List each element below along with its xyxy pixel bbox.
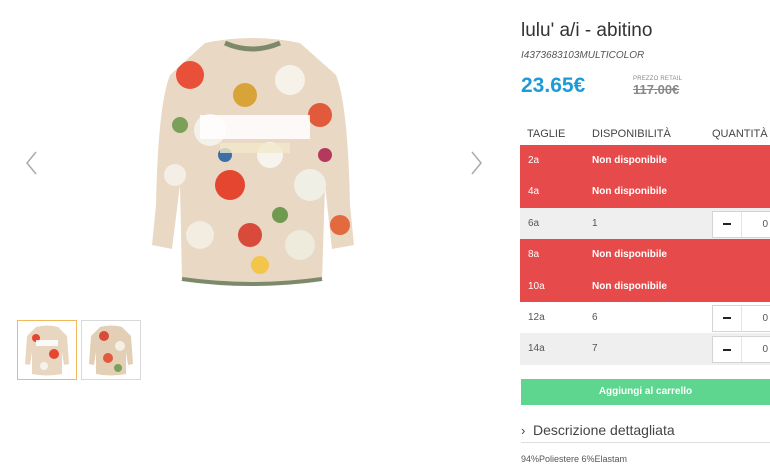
size-cell: 8a (528, 249, 540, 261)
chevron-left-icon[interactable] (22, 150, 42, 176)
availability-cell: 6 (592, 311, 598, 323)
quantity-stepper: 0 (712, 304, 770, 332)
minus-button[interactable] (713, 305, 742, 331)
table-row: 14a 7 0 (520, 333, 770, 365)
minus-icon (723, 317, 731, 320)
size-cell: 10a (528, 280, 545, 292)
product-title: lulu' a/i - abitino (521, 20, 653, 41)
sizes-table-header: TAGLIE DISPONIBILITÀ QUANTITÀ (520, 128, 770, 142)
minus-icon (723, 348, 731, 351)
size-cell: 14a (528, 343, 545, 355)
table-row: 10a Non disponibile (520, 270, 770, 302)
sweater-back-thumbnail[interactable] (81, 320, 141, 380)
description-toggle[interactable]: › Descrizione dettagliata (521, 420, 770, 443)
product-details: lulu' a/i - abitino I4373683103MULTICOLO… (520, 0, 770, 474)
table-row: 12a 6 0 (520, 301, 770, 334)
quantity-input[interactable]: 0 (742, 306, 770, 331)
minus-icon (723, 223, 731, 226)
quantity-input[interactable]: 0 (742, 212, 770, 237)
size-cell: 12a (528, 311, 545, 323)
sizes-table: 2a Non disponibile 4a Non disponibile 6a… (520, 145, 770, 365)
size-cell: 4a (528, 186, 540, 198)
table-row: 8a Non disponibile (520, 239, 770, 271)
size-cell: 6a (528, 217, 540, 229)
minus-button[interactable] (713, 337, 742, 363)
minus-button[interactable] (713, 211, 742, 237)
product-price: 23.65€ (521, 74, 586, 97)
quantity-stepper: 0 (712, 336, 770, 364)
availability-cell: 1 (592, 217, 598, 229)
size-cell: 2a (528, 155, 540, 166)
sweater-product-photo (152, 38, 354, 286)
table-row: 2a Non disponibile (520, 145, 770, 177)
sweater-front-thumbnail[interactable] (17, 320, 77, 380)
table-row: 6a 1 0 (520, 207, 770, 240)
chevron-right-icon: › (521, 423, 526, 438)
availability-cell: Non disponibile (592, 186, 667, 198)
header-quantity: QUANTITÀ (712, 128, 768, 140)
availability-cell: Non disponibile (592, 249, 667, 261)
retail-price: 117.00€ (633, 82, 680, 97)
product-gallery (0, 0, 505, 474)
table-row: 4a Non disponibile (520, 176, 770, 208)
availability-cell: Non disponibile (592, 280, 667, 292)
availability-cell: 7 (592, 343, 598, 355)
availability-cell: Non disponibile (592, 155, 667, 166)
description-label: Descrizione dettagliata (533, 422, 675, 438)
add-to-cart-button[interactable]: Aggiungi al carrello (521, 379, 770, 405)
quantity-stepper: 0 (712, 210, 770, 238)
quantity-input[interactable]: 0 (742, 337, 770, 362)
product-sku: I4373683103MULTICOLOR (521, 50, 645, 61)
header-availability: DISPONIBILITÀ (592, 128, 671, 140)
thumbnail-strip (17, 320, 141, 380)
composition-text: 94%Poliestere 6%Elastam (521, 454, 628, 464)
header-size: TAGLIE (527, 128, 566, 140)
chevron-right-icon[interactable] (466, 150, 486, 176)
